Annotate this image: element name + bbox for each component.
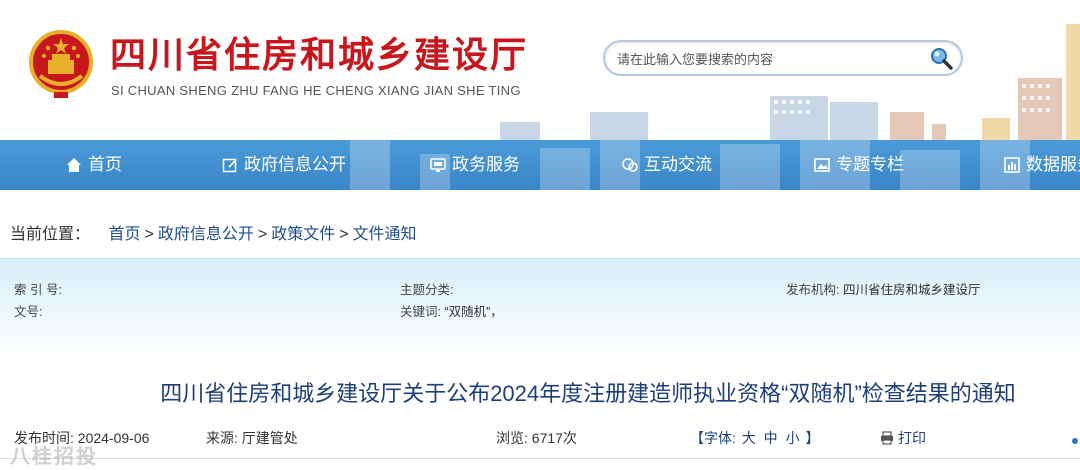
edit-icon — [222, 158, 237, 173]
main-nav: 首页 政府信息公开 政务服务 互动交流 专题专栏 数据服务 — [0, 140, 1080, 190]
article-meta-row: 发布时间: 2024-09-06 来源: 厅建管处 浏览: 6717次 【字体:… — [0, 428, 1080, 448]
publisher-label: 发布机构: — [786, 283, 840, 297]
source-label: 来源: — [206, 430, 238, 446]
image-icon — [814, 158, 830, 172]
breadcrumb-label: 当前位置： — [10, 226, 91, 243]
breadcrumb-separator: > — [257, 226, 268, 243]
keywords-label: 关键词: — [400, 305, 441, 319]
meta-divider — [0, 458, 1080, 459]
home-icon — [67, 158, 81, 172]
view-count: 浏览: 6717次 — [496, 428, 577, 448]
scroll-indicator-dot — [1072, 438, 1078, 444]
font-size-bracket: 】 — [805, 430, 820, 446]
nav-item-label: 数据服务 — [1026, 155, 1080, 174]
font-size-controls: 【字体: 大 中 小 】 — [690, 428, 819, 448]
nav-item-topics[interactable]: 专题专栏 — [814, 140, 904, 190]
breadcrumb-item-home[interactable]: 首页 — [108, 226, 140, 243]
watermark: 八桂招投 — [10, 446, 98, 468]
font-size-small-button[interactable]: 小 — [786, 430, 800, 446]
breadcrumb-item-notices[interactable]: 文件通知 — [353, 226, 417, 243]
monitor-icon — [430, 158, 446, 172]
source-value: 厅建管处 — [241, 430, 298, 446]
printer-icon — [881, 431, 893, 445]
print-button[interactable]: 打印 — [880, 428, 926, 448]
publisher-value: 四川省住房和城乡建设厅 — [842, 283, 981, 297]
breadcrumb-separator: > — [339, 226, 349, 243]
breadcrumb: 当前位置： 首页 > 政府信息公开 > 政策文件 > 文件通知 — [10, 220, 417, 244]
nav-item-interaction[interactable]: 互动交流 — [622, 140, 712, 190]
font-size-medium-button[interactable]: 中 — [764, 430, 778, 446]
chat-icon — [622, 158, 638, 172]
index-field: 索 引 号: — [14, 279, 62, 298]
docno-label: 文号: — [14, 305, 43, 319]
search-input[interactable] — [617, 48, 917, 70]
article-title: 四川省住房和城乡建设厅关于公布2024年度注册建造师执业资格“双随机”检查结果的… — [160, 381, 1016, 406]
nav-item-data[interactable]: 数据服务 — [1004, 140, 1080, 190]
breadcrumb-item-gov-info[interactable]: 政府信息公开 — [158, 226, 254, 243]
site-subtitle: SI CHUAN SHENG ZHU FANG HE CHENG XIANG J… — [111, 83, 521, 98]
nav-item-label: 政府信息公开 — [244, 155, 346, 174]
docno-field: 文号: — [14, 301, 42, 320]
publisher-field: 发布机构: 四川省住房和城乡建设厅 — [786, 279, 980, 298]
nav-skyline-background — [350, 140, 1030, 190]
print-label: 打印 — [898, 430, 926, 446]
nav-item-label: 首页 — [88, 155, 122, 174]
view-count-value: 6717次 — [531, 430, 577, 446]
site-header: 四川省住房和城乡建设厅 SI CHUAN SHENG ZHU FANG HE C… — [0, 0, 1080, 140]
index-label: 索 引 号: — [14, 283, 62, 297]
topic-label: 主题分类: — [400, 283, 454, 297]
font-size-large-button[interactable]: 大 — [742, 430, 756, 446]
font-size-label: 【字体: — [690, 430, 736, 446]
chart-icon — [1004, 157, 1020, 173]
nav-item-gov-info[interactable]: 政府信息公开 — [222, 140, 346, 190]
search-icon[interactable] — [927, 44, 955, 72]
site-title[interactable]: 四川省住房和城乡建设厅 — [110, 26, 528, 78]
breadcrumb-item-policy[interactable]: 政策文件 — [271, 226, 335, 243]
nav-item-services[interactable]: 政务服务 — [430, 140, 520, 190]
nav-item-label: 专题专栏 — [836, 155, 904, 174]
keywords-field: 关键词: “双随机”， — [400, 301, 503, 320]
breadcrumb-separator: > — [144, 226, 154, 243]
keywords-value: “双随机”， — [444, 305, 503, 319]
topic-field: 主题分类: — [400, 279, 453, 298]
source: 来源: 厅建管处 — [206, 428, 298, 448]
view-count-label: 浏览: — [496, 430, 528, 446]
search-box — [603, 40, 963, 76]
nav-item-home[interactable]: 首页 — [66, 140, 122, 190]
document-info-panel: 索 引 号: 主题分类: 发布机构: 四川省住房和城乡建设厅 文号: 关键词: … — [0, 258, 1080, 358]
national-emblem-icon[interactable] — [26, 28, 96, 100]
nav-item-label: 互动交流 — [644, 155, 712, 174]
nav-item-label: 政务服务 — [452, 155, 520, 174]
